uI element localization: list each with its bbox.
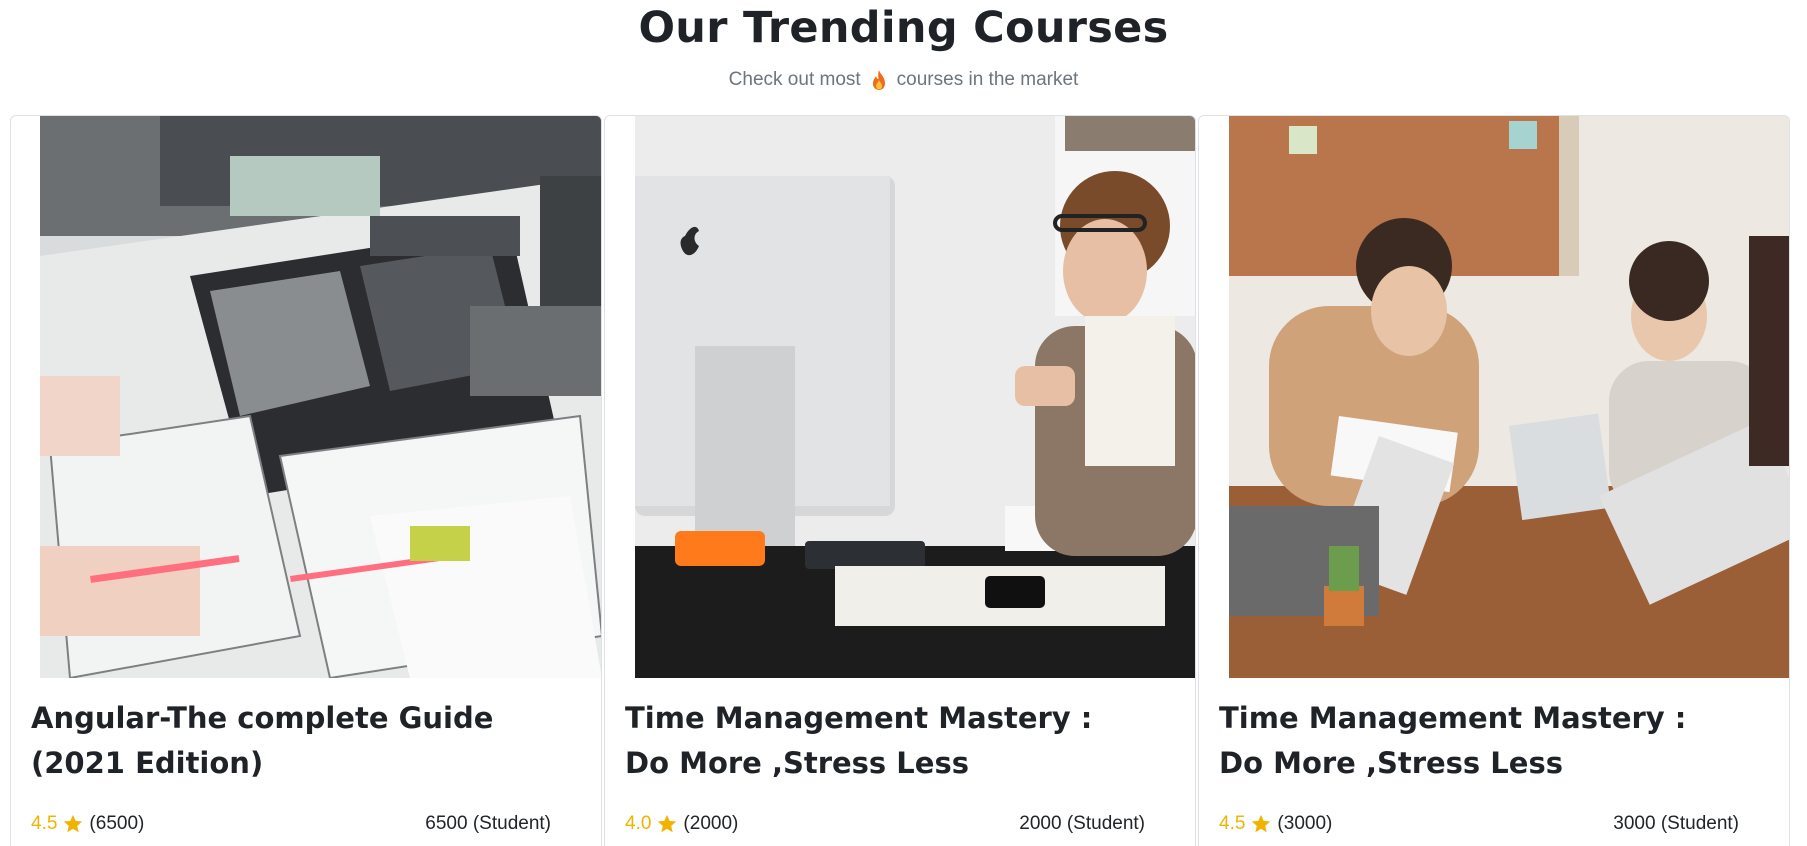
course-image-team-meeting[interactable]	[1229, 116, 1789, 678]
section-header: Our Trending Courses Check out most cour…	[0, 0, 1807, 92]
course-card-body: Time Management Mastery : Do More ,Stres…	[1219, 696, 1739, 786]
section-title: Our Trending Courses	[638, 3, 1169, 53]
fire-icon	[871, 69, 887, 91]
trending-courses-page: Our Trending Courses Check out most cour…	[0, 0, 1807, 846]
course-card[interactable]: Time Management Mastery : Do More ,Stres…	[604, 115, 1196, 846]
student-count: 3000 (Student)	[1613, 813, 1739, 834]
review-count: (2000)	[683, 813, 739, 834]
review-count: (3000)	[1277, 813, 1333, 834]
course-card-body: Time Management Mastery : Do More ,Stres…	[625, 696, 1145, 786]
star-icon	[62, 813, 84, 835]
course-image-desk-computer[interactable]	[635, 116, 1195, 678]
course-card-list: Angular-The complete Guide (2021 Edition…	[10, 115, 1792, 846]
course-meta: 4.5 (6500) 6500 (Student)	[31, 812, 551, 836]
rating-value: 4.5	[1219, 813, 1246, 834]
star-icon	[1250, 813, 1272, 835]
course-rating: 4.5 (6500)	[31, 812, 144, 836]
course-image-sketching[interactable]	[40, 116, 601, 678]
course-meta: 4.0 (2000) 2000 (Student)	[625, 812, 1145, 836]
rating-value: 4.5	[31, 813, 58, 834]
course-meta: 4.5 (3000) 3000 (Student)	[1219, 812, 1739, 836]
section-subtitle: Check out most courses in the market	[0, 68, 1807, 92]
course-rating: 4.5 (3000)	[1219, 812, 1332, 836]
course-title[interactable]: Angular-The complete Guide (2021 Edition…	[31, 696, 551, 786]
course-title[interactable]: Time Management Mastery : Do More ,Stres…	[1219, 696, 1739, 786]
rating-value: 4.0	[625, 813, 652, 834]
star-icon	[656, 813, 678, 835]
review-count: (6500)	[89, 813, 145, 834]
student-count: 2000 (Student)	[1019, 813, 1145, 834]
course-rating: 4.0 (2000)	[625, 812, 738, 836]
subtitle-text-before: Check out most	[728, 69, 861, 90]
student-count: 6500 (Student)	[425, 813, 551, 834]
course-card-body: Angular-The complete Guide (2021 Edition…	[31, 696, 551, 786]
course-card[interactable]: Angular-The complete Guide (2021 Edition…	[10, 115, 602, 846]
course-title[interactable]: Time Management Mastery : Do More ,Stres…	[625, 696, 1145, 786]
subtitle-text-after: courses in the market	[896, 69, 1079, 90]
course-card[interactable]: Time Management Mastery : Do More ,Stres…	[1198, 115, 1790, 846]
